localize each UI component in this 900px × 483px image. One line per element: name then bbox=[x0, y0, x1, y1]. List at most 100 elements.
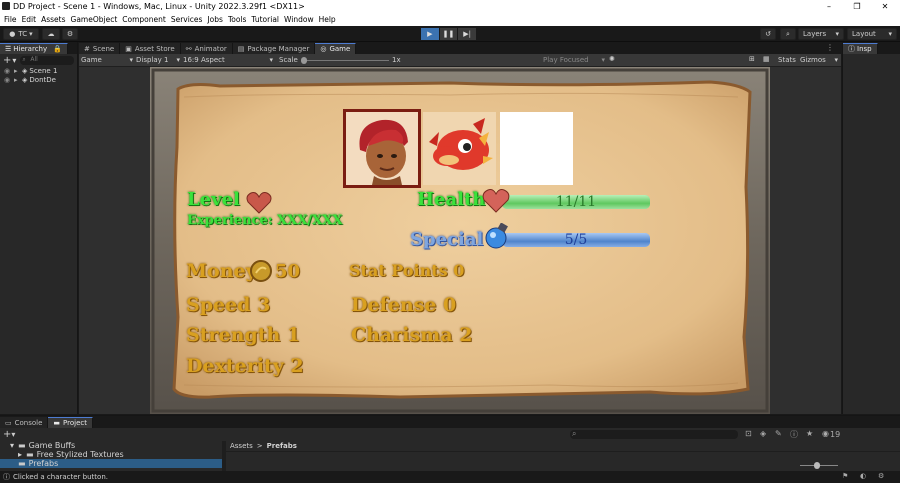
chevron-down-icon: ▾ bbox=[269, 56, 273, 64]
icon-size-slider-handle[interactable] bbox=[814, 462, 820, 469]
tab-project[interactable]: ▬ Project bbox=[48, 417, 93, 428]
visibility-icon[interactable]: ◉ bbox=[4, 76, 14, 84]
menu-jobs[interactable]: Jobs bbox=[207, 15, 222, 24]
hierarchy-search[interactable]: ⌕ All bbox=[20, 55, 74, 65]
play-focused-label: Play Focused bbox=[543, 56, 589, 64]
tree-item-prefabs[interactable]: ▬ Prefabs bbox=[0, 459, 222, 468]
tree-item-dontdestroy[interactable]: ◉ ▸ ◈ DontDe bbox=[4, 75, 77, 84]
star-icon[interactable]: ★ bbox=[806, 429, 813, 438]
tree-scrollbar[interactable] bbox=[222, 441, 226, 472]
search-icon: ⌕ bbox=[786, 29, 790, 38]
tab-package-manager[interactable]: ▤ Package Manager bbox=[232, 43, 316, 54]
history-button[interactable]: ↺ bbox=[760, 28, 776, 40]
play-button[interactable]: ▶ bbox=[421, 28, 439, 40]
tab-game-label: Game bbox=[329, 45, 351, 53]
account-label: TC bbox=[18, 30, 28, 38]
status-message[interactable]: Clicked a character button. bbox=[13, 473, 108, 481]
bottom-tabbar: ▭ Console ▬ Project bbox=[0, 416, 900, 428]
tag-icon[interactable]: ✎ bbox=[775, 429, 782, 438]
account-button[interactable]: ● TC ▾ bbox=[3, 28, 39, 40]
menu-tutorial[interactable]: Tutorial bbox=[251, 15, 279, 24]
tab-asset-store[interactable]: ▣ Asset Store bbox=[120, 43, 181, 54]
defense-stat: Defense 0 bbox=[351, 294, 457, 316]
character-button-human[interactable] bbox=[343, 109, 421, 188]
progress-icon[interactable]: ◐ bbox=[860, 472, 866, 480]
pause-button[interactable]: ❚❚ bbox=[439, 28, 458, 40]
close-button[interactable]: ✕ bbox=[871, 0, 899, 13]
menu-file[interactable]: File bbox=[4, 15, 17, 24]
special-label: Special bbox=[410, 229, 484, 250]
tab-scene[interactable]: # Scene bbox=[79, 43, 121, 54]
chevron-down-icon[interactable]: ▾ bbox=[12, 56, 16, 65]
play-icon: ▶ bbox=[427, 30, 433, 38]
settings-icon[interactable]: ⚙ bbox=[878, 472, 884, 480]
character-button-dragon[interactable] bbox=[423, 112, 496, 185]
menu-help[interactable]: Help bbox=[319, 15, 336, 24]
tab-animator[interactable]: ⚯ Animator bbox=[180, 43, 233, 54]
filter-label-icon[interactable]: ◈ bbox=[760, 429, 766, 438]
project-search[interactable]: ⌕ bbox=[570, 429, 738, 439]
expand-icon[interactable]: ▸ bbox=[14, 76, 22, 84]
game-mode-dropdown[interactable]: Game ▾ bbox=[81, 56, 133, 64]
expand-icon[interactable]: ▸ bbox=[14, 67, 22, 75]
search-placeholder: All bbox=[30, 55, 38, 63]
more-options-icon[interactable]: ⋮ bbox=[826, 43, 834, 52]
gizmos-dropdown[interactable]: Gizmos ▾ bbox=[800, 56, 838, 64]
tree-item-scene[interactable]: ◉ ▸ ◈ Scene 1 bbox=[4, 66, 77, 75]
step-button[interactable]: ▶| bbox=[458, 28, 477, 40]
menu-tools[interactable]: Tools bbox=[228, 15, 246, 24]
gear-icon: ⚙ bbox=[66, 30, 74, 38]
tree-item-free-stylized-textures[interactable]: ▸ ▬ Free Stylized Textures bbox=[0, 450, 222, 459]
vsync-icon[interactable]: ▦ bbox=[763, 55, 770, 63]
layout-dropdown[interactable]: Layout ▾ bbox=[847, 28, 897, 40]
aspect-dropdown[interactable]: 16:9 Aspect ▾ bbox=[183, 56, 273, 64]
menu-assets[interactable]: Assets bbox=[41, 15, 65, 24]
folder-icon: ▬ bbox=[18, 459, 26, 468]
project-add-button[interactable]: + ▾ bbox=[3, 429, 15, 440]
visibility-icon[interactable]: ◉ bbox=[4, 67, 14, 75]
menu-window[interactable]: Window bbox=[284, 15, 314, 24]
heart-icon bbox=[246, 192, 272, 214]
menu-services[interactable]: Services bbox=[171, 15, 203, 24]
gizmos-label: Gizmos bbox=[800, 56, 826, 64]
lock-icon[interactable]: 🔒 bbox=[53, 45, 62, 53]
character-button-empty[interactable] bbox=[500, 112, 573, 185]
scale-slider[interactable] bbox=[301, 57, 389, 64]
tab-console[interactable]: ▭ Console bbox=[0, 417, 49, 428]
menu-component[interactable]: Component bbox=[122, 15, 166, 24]
breadcrumb-prefabs[interactable]: Prefabs bbox=[267, 442, 297, 450]
maximize-button[interactable]: ❐ bbox=[843, 0, 871, 13]
collab-button[interactable]: ⚙ bbox=[62, 28, 78, 40]
tab-hierarchy[interactable]: ☰ Hierarchy 🔒 bbox=[0, 43, 68, 54]
menu-edit[interactable]: Edit bbox=[22, 15, 37, 24]
search-button[interactable]: ⌕ bbox=[780, 28, 796, 40]
tab-game[interactable]: ◎ Game bbox=[315, 43, 357, 54]
tree-item-label: Game Buffs bbox=[28, 441, 76, 450]
hidden-packages-icon[interactable]: ◉ bbox=[822, 429, 829, 438]
info-icon[interactable]: ⓘ bbox=[790, 429, 798, 440]
bug-icon[interactable]: ⚑ bbox=[842, 472, 848, 480]
scale-slider-handle[interactable] bbox=[301, 57, 307, 64]
menu-gameobject[interactable]: GameObject bbox=[71, 15, 118, 24]
display-dropdown[interactable]: Display 1 ▾ bbox=[136, 56, 180, 64]
add-icon: + bbox=[3, 429, 12, 440]
breadcrumb-assets[interactable]: Assets bbox=[230, 442, 253, 450]
filter-type-icon[interactable]: ⊡ bbox=[745, 429, 752, 438]
tree-item-game-buffs[interactable]: ▾ ▬ Game Buffs bbox=[0, 441, 222, 450]
icon-size-slider[interactable] bbox=[800, 462, 838, 469]
cloud-button[interactable]: ☁ bbox=[42, 28, 60, 40]
store-icon: ▣ bbox=[125, 44, 132, 53]
mute-audio-icon[interactable]: ✺ bbox=[609, 55, 615, 63]
gamepad-icon: ◎ bbox=[320, 45, 327, 53]
unity-logo-icon bbox=[2, 2, 10, 10]
charisma-stat: Charisma 2 bbox=[351, 324, 473, 346]
layers-dropdown[interactable]: Layers ▾ bbox=[798, 28, 844, 40]
money-label: Money bbox=[186, 260, 257, 282]
folder-icon: ▬ bbox=[53, 419, 61, 427]
frame-debug-icon[interactable]: ⊞ bbox=[749, 55, 755, 63]
minimize-button[interactable]: – bbox=[815, 0, 843, 13]
play-focused-dropdown[interactable]: Play Focused ▾ bbox=[543, 56, 605, 64]
stats-button[interactable]: Stats bbox=[778, 56, 796, 64]
tab-inspector[interactable]: ⓘ Insp bbox=[843, 43, 878, 54]
add-icon[interactable]: + bbox=[3, 55, 11, 66]
